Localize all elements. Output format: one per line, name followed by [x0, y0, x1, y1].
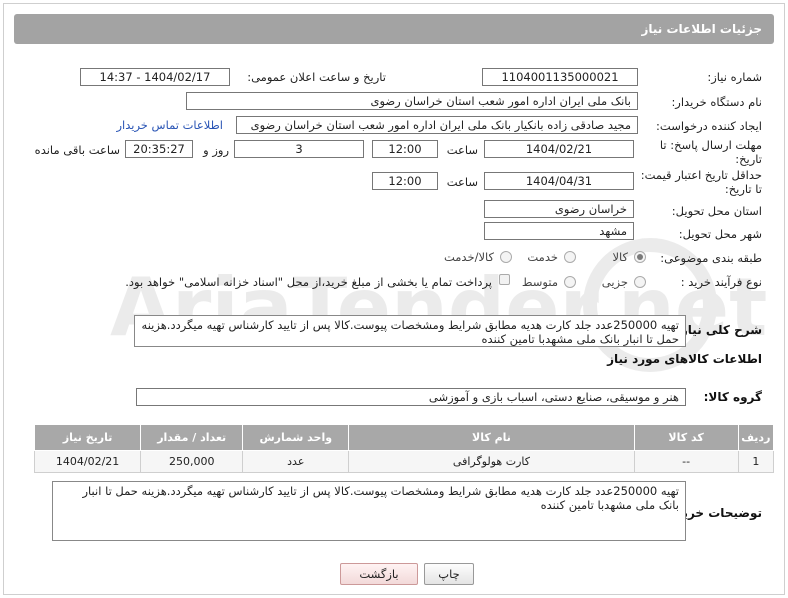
treasury-payment-checkbox[interactable]: [499, 274, 510, 285]
process-option-medium: متوسط: [521, 275, 558, 289]
category-radio-goods-service[interactable]: [500, 251, 512, 263]
summary-label: شرح کلی نیاز:: [676, 323, 762, 337]
cell-code: --: [633, 450, 739, 473]
category-option-goods: کالا: [612, 250, 628, 264]
back-button[interactable]: بازگشت: [340, 563, 418, 585]
cell-name: کارت هولوگرافی: [348, 450, 635, 473]
category-radio-goods[interactable]: [634, 251, 646, 263]
need-number-label: شماره نیاز:: [707, 70, 762, 84]
summary-textarea: تهیه 250000عدد جلد کارت هدیه مطابق شرایط…: [134, 315, 686, 347]
col-row: ردیف: [737, 424, 775, 451]
deadline-label-2: تاریخ:: [735, 152, 762, 166]
cell-qty: 250,000: [140, 450, 244, 473]
col-qty: تعداد / مقدار: [140, 424, 244, 451]
validity-label-2: تا تاریخ:: [724, 182, 762, 196]
deadline-time-label: ساعت: [446, 143, 478, 157]
days-label: روز و: [203, 143, 229, 157]
cell-row: 1: [737, 450, 775, 473]
goods-table: ردیف کد کالا نام کالا واحد شمارش تعداد /…: [33, 424, 775, 473]
remaining-time-label: ساعت باقی مانده: [34, 143, 120, 157]
goods-group-label: گروه کالا:: [703, 390, 762, 404]
category-option-service: خدمت: [527, 250, 558, 264]
col-code: کد کالا: [633, 424, 739, 451]
process-label: نوع فرآیند خرید :: [680, 275, 762, 289]
category-radio-service[interactable]: [564, 251, 576, 263]
province-label: استان محل تحویل:: [671, 204, 762, 218]
deadline-label: مهلت ارسال پاسخ: تا: [659, 138, 762, 152]
buyer-notes-textarea: تهیه 250000عدد جلد کارت هدیه مطابق شرایط…: [52, 481, 686, 541]
process-radio-minor[interactable]: [634, 276, 646, 288]
page-title: جزئیات اطلاعات نیاز: [14, 14, 774, 44]
cell-unit: عدد: [242, 450, 350, 473]
table-row: 1 -- کارت هولوگرافی عدد 250,000 1404/02/…: [33, 450, 775, 473]
category-option-goods-service: کالا/خدمت: [443, 250, 494, 264]
process-radio-medium[interactable]: [564, 276, 576, 288]
announce-label: تاریخ و ساعت اعلان عمومی:: [247, 70, 386, 84]
category-label: طبقه بندی موضوعی:: [660, 251, 762, 265]
validity-time-field: 12:00: [372, 172, 438, 190]
col-unit: واحد شمارش: [242, 424, 350, 451]
validity-label: حداقل تاریخ اعتبار قیمت:: [640, 168, 762, 182]
treasury-payment-note: پرداخت تمام یا بخشی از مبلغ خرید،از محل …: [125, 275, 492, 289]
deadline-date-field: 1404/02/21: [484, 140, 634, 158]
days-remaining-field: 3: [234, 140, 364, 158]
process-option-minor: جزیی: [601, 275, 628, 289]
goods-section-title: اطلاعات کالاهای مورد نیاز: [607, 352, 762, 366]
announce-field: 1404/02/17 - 14:37: [80, 68, 230, 86]
buyer-org-label: نام دستگاه خریدار:: [671, 95, 762, 109]
col-date: تاریخ نیاز: [33, 424, 142, 451]
province-field: خراسان رضوی: [484, 200, 634, 218]
goods-table-header: ردیف کد کالا نام کالا واحد شمارش تعداد /…: [33, 424, 775, 451]
city-label: شهر محل تحویل:: [678, 227, 762, 241]
cell-date: 1404/02/21: [33, 450, 142, 473]
creator-label: ایجاد کننده درخواست:: [656, 119, 762, 133]
need-number-field: 1104001135000021: [482, 68, 638, 86]
validity-time-label: ساعت: [446, 175, 478, 189]
goods-group-field: هنر و موسیقی، صنایع دستی، اسباب بازی و آ…: [136, 388, 686, 406]
buyer-org-field: بانک ملی ایران اداره امور شعب استان خراس…: [186, 92, 638, 110]
validity-date-field: 1404/04/31: [484, 172, 634, 190]
deadline-time-field: 12:00: [372, 140, 438, 158]
city-field: مشهد: [484, 222, 634, 240]
remaining-time-field: 20:35:27: [125, 140, 193, 158]
print-button[interactable]: چاپ: [424, 563, 474, 585]
buyer-contact-link[interactable]: اطلاعات تماس خریدار: [116, 118, 223, 132]
col-name: نام کالا: [348, 424, 635, 451]
creator-field: مجید صادقی زاده بانکیار بانک ملی ایران ا…: [236, 116, 638, 134]
